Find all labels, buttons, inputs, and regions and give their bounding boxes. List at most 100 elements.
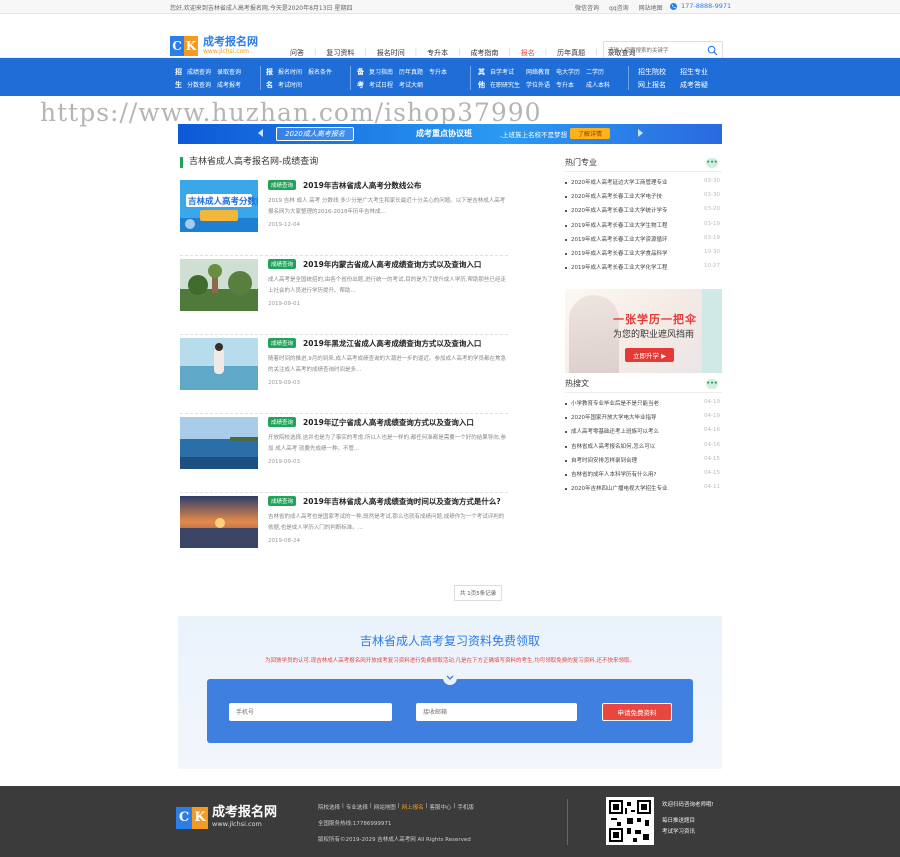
more-icon[interactable]: ••• <box>706 158 718 168</box>
top-link-wechat[interactable]: 微信咨询 <box>575 3 599 12</box>
list-item[interactable]: 吉林省成人高考报名如何,怎么可以 04-16 <box>565 441 722 456</box>
list-item[interactable]: 2020年成人高考长春工业大学统计学专 03-20 <box>565 206 722 220</box>
category-quick-links: 招生院校 招生专业 网上报名 成考答疑 <box>638 66 708 92</box>
category-link[interactable]: 考试日程 <box>369 79 393 92</box>
footer-link[interactable]: 网站地图 <box>374 803 396 811</box>
category-link[interactable]: 成人本科 <box>586 79 610 92</box>
ad-apply-button[interactable]: 立即升学 ▶ <box>625 348 675 362</box>
category-link[interactable]: 网络教育 <box>526 66 550 79</box>
list-item[interactable]: 2019年成人高考长春工业大学生物工程 03-19 <box>565 220 722 235</box>
nav-item-past-papers[interactable]: 历年真题 <box>557 48 585 58</box>
quick-link-majors[interactable]: 招生专业 <box>680 66 708 79</box>
sidebar-ad-banner[interactable]: 一张学历一把伞 为您的职业遮风挡雨 立即升学 ▶ <box>565 289 722 373</box>
category-link[interactable]: 专升本 <box>429 66 447 79</box>
article-title[interactable]: 2019年内蒙古省成人高考成绩查询方式以及查询入口 <box>303 259 481 270</box>
category-badge[interactable]: 成绩查询 <box>268 259 297 269</box>
category-link[interactable]: 成考报考 <box>217 79 241 92</box>
category-link[interactable]: 历年真题 <box>399 66 423 79</box>
ad-subline: 为您的职业遮风挡雨 <box>613 330 695 340</box>
article-date: 2019-09-01 <box>268 301 300 307</box>
ad-decoration <box>702 289 722 373</box>
pagination-summary[interactable]: 共 1页5条记录 <box>454 585 503 601</box>
list-item[interactable]: 2019年成人高考长春工业大学化学工程 10-27 <box>565 263 722 277</box>
search-icon[interactable] <box>707 45 718 56</box>
article-thumbnail[interactable] <box>180 496 258 548</box>
list-item[interactable]: 小学教育专业毕业后是不是只能当老 04-19 <box>565 399 722 413</box>
phone-field[interactable] <box>229 703 392 721</box>
top-link-qq[interactable]: qq咨询 <box>609 3 629 12</box>
hot-majors-list: 2020年成人高考延边大学工商管理专业 03-30 2020年成人高考长春工业大学… <box>565 178 722 277</box>
category-link[interactable]: 电大学历 <box>556 66 580 79</box>
category-nav: 招生 成绩查询 录取查询 分数查询 成考报考 报名 报名时间 报名条件 考试时间… <box>0 58 900 96</box>
quick-link-online-register[interactable]: 网上报名 <box>638 79 666 92</box>
top-link-sitemap[interactable]: 网站地图 <box>639 3 663 12</box>
list-item[interactable]: 2020年成人高考延边大学工商管理专业 03-30 <box>565 178 722 192</box>
nav-item-registration-time[interactable]: 报名时间 <box>377 48 405 58</box>
category-link[interactable]: 自学考试 <box>490 66 520 79</box>
list-item[interactable]: 吉林成人高考分数线 成绩查询 2019年吉林省成人高考分数线公布 2019 吉林… <box>180 177 508 256</box>
article-title[interactable]: 2019年黑龙江省成人高考成绩查询方式以及查询入口 <box>303 338 481 349</box>
category-badge[interactable]: 成绩查询 <box>268 180 297 190</box>
footer-link[interactable]: 院校选择 <box>318 803 340 811</box>
nav-item-register[interactable]: 报名 <box>521 48 535 58</box>
more-icon[interactable]: ••• <box>706 379 718 389</box>
nav-item-qa[interactable]: 问答 <box>290 48 304 58</box>
list-item[interactable]: 2019年成人高考长春工业大学食品科学 10-30 <box>565 248 722 263</box>
article-title[interactable]: 2019年辽宁省成人高考成绩查询方式以及查询入口 <box>303 417 474 428</box>
list-item[interactable]: 2019年成人高考长春工业大学资源循环 03-19 <box>565 234 722 249</box>
article-excerpt: 开放院校选择,这并也是为了事实的考虑,所以人也是一样的,都任何准都是需要一个好的… <box>268 435 506 452</box>
footer-logo-name: 成考报名网 <box>212 805 278 820</box>
footer-link[interactable]: 手机版 <box>457 803 474 811</box>
quick-link-colleges[interactable]: 招生院校 <box>638 66 666 79</box>
list-item[interactable]: 2020年国家开放大学电大毕业指导 04-19 <box>565 413 722 427</box>
phone-number: 177-8888-9971 <box>681 2 732 10</box>
category-link[interactable]: 学位外语 <box>526 79 550 92</box>
qr-caption: 每日推送题目 <box>662 818 696 824</box>
list-item[interactable]: 吉林省的成年人本科学历有什么用? 04-15 <box>565 469 722 484</box>
list-item[interactable]: 2020年吉林四山广播电视大学招生专业 04-11 <box>565 484 722 498</box>
category-link[interactable]: 二学历 <box>586 66 610 79</box>
page-title: 吉林省成人高考报名网-成绩查询 <box>180 157 318 168</box>
footer-logo[interactable]: CK 成考报名网 www.jlchsi.com <box>176 806 277 829</box>
footer-link[interactable]: 网上报名 <box>402 803 424 811</box>
list-item[interactable]: 成人高考零基础还考上班族可以考么 04-16 <box>565 427 722 441</box>
category-link[interactable]: 复习指南 <box>369 66 393 79</box>
category-link[interactable]: 考试时间 <box>278 79 302 92</box>
list-item[interactable]: 成绩查询 2019年内蒙古省成人高考成绩查询方式以及查询入口 成人高考是全国统招… <box>180 256 508 335</box>
apply-materials-button[interactable]: 申请免费资料 <box>602 703 672 721</box>
article-title[interactable]: 2019年吉林省成人高考分数线公布 <box>303 180 421 191</box>
category-link[interactable]: 考试大纲 <box>399 79 423 92</box>
category-link[interactable]: 报名条件 <box>308 66 332 79</box>
quick-link-faq[interactable]: 成考答疑 <box>680 79 708 92</box>
list-item[interactable]: 成绩查询 2019年辽宁省成人高考成绩查询方式以及查询入口 开放院校选择,这并也… <box>180 414 508 493</box>
list-item[interactable]: 成绩查询 2019年黑龙江省成人高考成绩查询方式以及查询入口 随着时间的推进,9… <box>180 335 508 414</box>
category-link[interactable]: 录取查询 <box>217 66 241 79</box>
category-link[interactable]: 专升本 <box>556 79 580 92</box>
category-link[interactable]: 分数查询 <box>187 79 211 92</box>
email-field[interactable] <box>416 703 577 721</box>
thumbnail-image <box>180 417 258 469</box>
banner-detail-button[interactable]: 了解详情 <box>570 128 611 139</box>
category-link[interactable]: 报名时间 <box>278 66 302 79</box>
nav-item-materials[interactable]: 复习资料 <box>326 48 354 58</box>
article-thumbnail[interactable] <box>180 259 258 311</box>
banner-slogan-secondary: ,上班族上名校不是梦想 <box>500 131 568 139</box>
footer-link[interactable]: 专业选择 <box>346 803 368 811</box>
category-link[interactable]: 在职研究生 <box>490 79 520 92</box>
category-link[interactable]: 成绩查询 <box>187 66 211 79</box>
nav-item-upgrade[interactable]: 专升本 <box>427 48 448 58</box>
category-badge[interactable]: 成绩查询 <box>268 417 297 427</box>
category-badge[interactable]: 成绩查询 <box>268 496 297 506</box>
article-thumbnail[interactable]: 吉林成人高考分数线 <box>180 180 258 232</box>
promo-banner[interactable]: 2020成人高考报名 成考重点协议班 ,上班族上名校不是梦想 了解详情 <box>178 124 722 144</box>
category-badge[interactable]: 成绩查询 <box>268 338 297 348</box>
list-item[interactable]: 成绩查询 2019年吉林省成人高考成绩查询时间以及查询方式是什么? 吉林省的成人… <box>180 493 508 572</box>
article-thumbnail[interactable] <box>180 338 258 390</box>
footer-link[interactable]: 客服中心 <box>430 803 452 811</box>
article-title[interactable]: 2019年吉林省成人高考成绩查询时间以及查询方式是什么? <box>303 496 501 507</box>
article-thumbnail[interactable] <box>180 417 258 469</box>
site-logo[interactable]: CK 成考报名网 www.jlchsi.com <box>170 36 258 56</box>
nav-item-guide[interactable]: 成考指南 <box>470 48 498 58</box>
list-item[interactable]: 2020年成人高考长春工业大学电子技 03-30 <box>565 192 722 206</box>
list-item[interactable]: 自考时间安排怎样录到合理 04-15 <box>565 455 722 470</box>
